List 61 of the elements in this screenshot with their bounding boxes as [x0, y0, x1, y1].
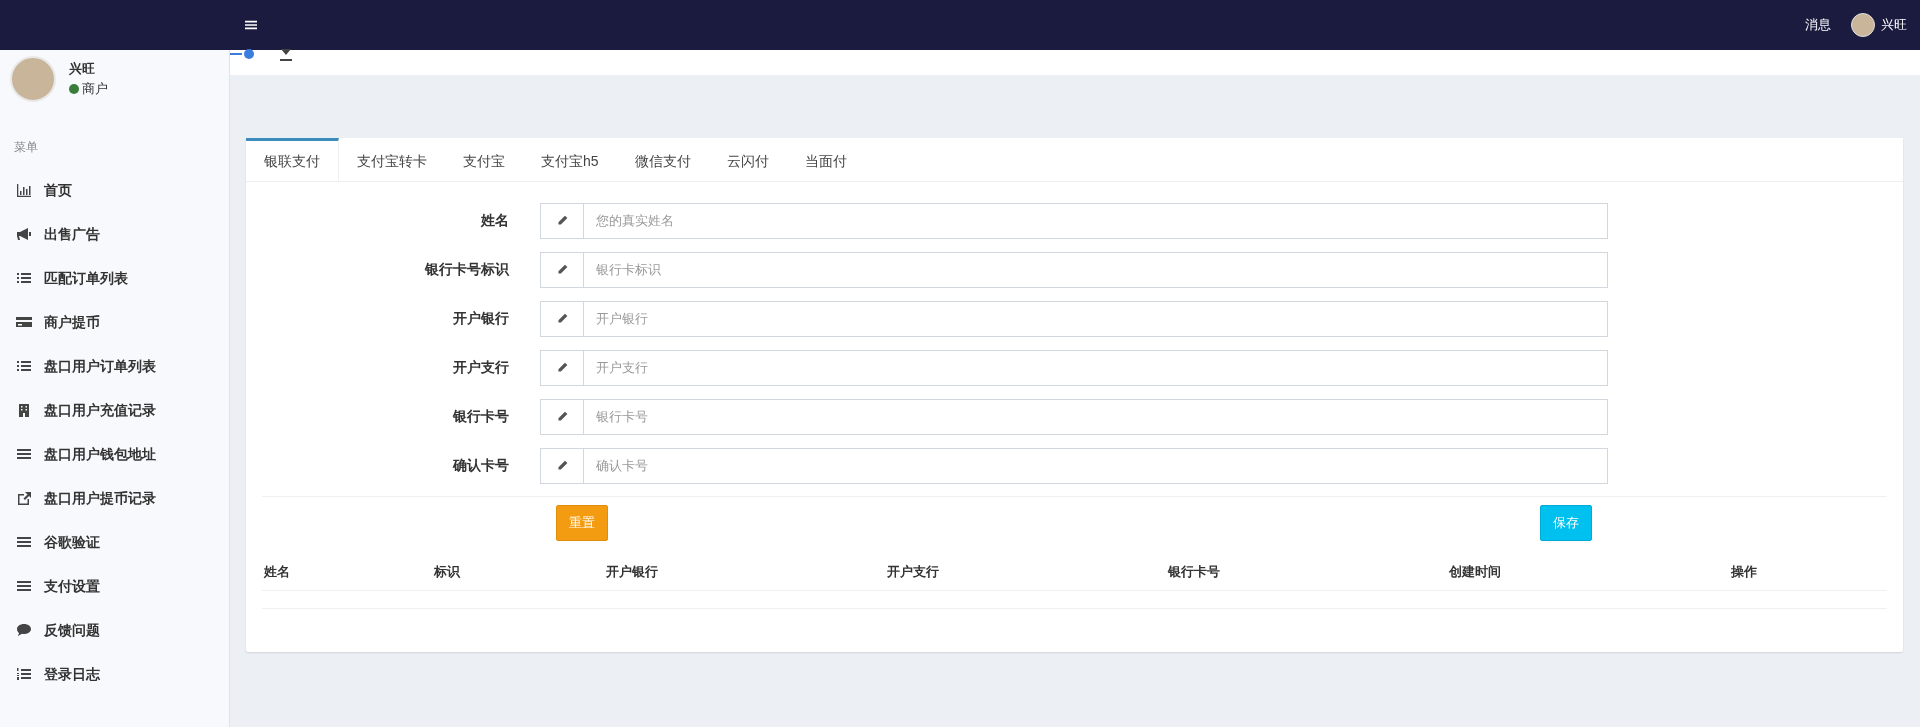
column-header: 操作 [1729, 552, 1887, 591]
pencil-icon [555, 214, 569, 227]
sidebar-item[interactable]: 盘口用户提币记录 [0, 476, 229, 520]
pencil-icon [555, 312, 569, 325]
input-field[interactable]: 确认卡号 [584, 447, 1608, 484]
field-label: 银行卡号标识 [423, 260, 509, 279]
sidebar-item[interactable]: 盘口用户订单列表 [0, 344, 229, 388]
column-header: 开户银行 [604, 552, 885, 591]
external-link-icon [16, 491, 32, 505]
pencil-icon [555, 361, 569, 374]
field-label: 开户支行 [452, 358, 509, 377]
sidebar-item[interactable]: 登录日志 [0, 652, 229, 696]
column-header: 银行卡号 [1166, 552, 1447, 591]
column-header: 创建时间 [1447, 552, 1729, 591]
input-field[interactable]: 银行卡号 [584, 398, 1608, 435]
pencil-icon [555, 459, 569, 472]
speech-bubble-icon [16, 623, 32, 637]
sidebar-item[interactable]: 盘口用户充值记录 [0, 388, 229, 432]
input-field[interactable]: 银行卡标识 [584, 251, 1608, 288]
sidebar-item[interactable]: 商户提币 [0, 300, 229, 344]
column-header: 标识 [432, 552, 604, 591]
bar-chart-icon [16, 183, 32, 197]
input-field[interactable]: 开户支行 [584, 349, 1608, 386]
user-name: 兴旺 [69, 60, 96, 79]
building-icon [16, 403, 32, 417]
input-field[interactable]: 您的真实姓名 [584, 202, 1608, 239]
sidebar-item[interactable]: 出售广告 [0, 212, 229, 256]
sidebar-item[interactable]: 首页 [0, 168, 229, 212]
field-label: 姓名 [480, 211, 509, 230]
menu-icon [16, 447, 32, 461]
sidebar-item[interactable]: 谷歌验证 [0, 520, 229, 564]
avatar-icon [10, 56, 56, 102]
field-label: 确认卡号 [451, 456, 509, 475]
download-icon [277, 48, 294, 62]
column-header: 开户支行 [885, 552, 1166, 591]
list-icon [16, 271, 32, 285]
credit-card-icon [16, 315, 32, 329]
user-menu[interactable]: 兴旺 [1850, 13, 1907, 37]
payment-tab[interactable]: 银联支付 [246, 138, 339, 181]
sidebar-item[interactable]: 反馈问题 [0, 608, 229, 652]
list-icon [16, 359, 32, 373]
messages-link[interactable]: 消息 [1805, 15, 1831, 35]
sidebar-item[interactable]: 匹配订单列表 [0, 256, 229, 300]
menu-icon [16, 535, 32, 549]
user-role: 商户 [82, 79, 109, 98]
field-label: 开户银行 [452, 309, 509, 328]
menu-header: 菜单 [13, 139, 39, 156]
megaphone-icon [16, 227, 32, 241]
menu-toggle-button[interactable] [244, 19, 258, 31]
avatar-icon [1850, 13, 1875, 37]
pencil-icon [555, 263, 569, 276]
input-field[interactable]: 开户银行 [584, 300, 1608, 337]
sidebar-item[interactable]: 支付设置 [0, 564, 229, 608]
status-dot-icon [69, 83, 79, 94]
field-label: 银行卡号 [451, 407, 509, 426]
column-header: 姓名 [262, 552, 432, 591]
numbered-list-icon [16, 667, 32, 681]
menu-icon [244, 19, 258, 31]
pencil-icon [555, 410, 569, 423]
sidebar-item[interactable]: 盘口用户钱包地址 [0, 432, 229, 476]
menu-icon [16, 579, 32, 593]
